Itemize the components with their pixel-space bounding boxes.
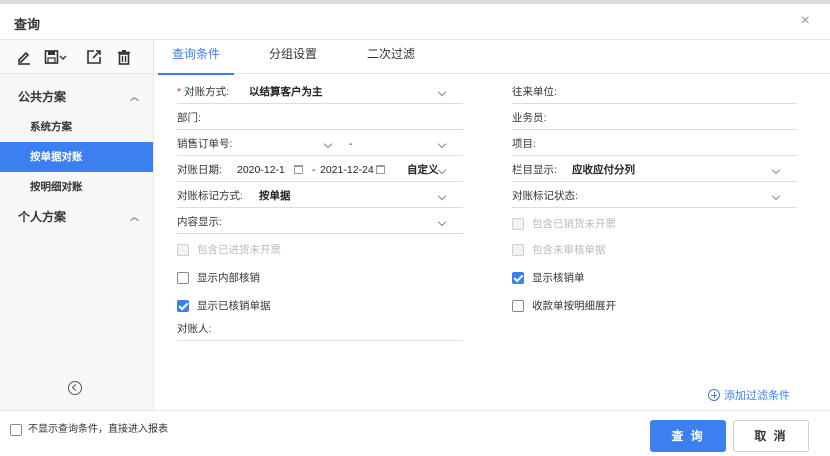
checkbox-box[interactable] [177, 244, 189, 256]
tab-query-conditions[interactable]: 查询条件 [157, 40, 235, 75]
chevron-down-icon[interactable] [437, 217, 447, 227]
required-mark: * [177, 86, 182, 98]
show-writeoff-docs-checkbox[interactable]: 显示核销单 [512, 271, 712, 287]
calendar-icon[interactable] [376, 165, 385, 174]
tree-item-by-detail[interactable]: 按明细对账 [0, 172, 153, 202]
field-label: 对账日期: [177, 164, 222, 176]
query-button[interactable]: 查 询 [650, 420, 726, 452]
checkbox-label: 包含未审核单据 [532, 244, 606, 256]
department-field[interactable]: 部门: [177, 108, 463, 130]
dialog-footer: 不显示查询条件，直接进入报表 查 询 取 消 [0, 410, 830, 456]
checkbox-box[interactable] [177, 300, 189, 312]
chevron-up-icon[interactable]: ︿ [130, 82, 139, 112]
tree-item-system[interactable]: 系统方案 [0, 112, 153, 142]
chevron-down-icon[interactable] [437, 87, 447, 97]
close-icon[interactable]: × [801, 13, 810, 29]
date-range-type[interactable]: 自定义 [407, 160, 439, 180]
operator-value: - [349, 138, 353, 150]
save-icon[interactable] [44, 49, 68, 65]
content-display-select[interactable]: 内容显示: [177, 212, 463, 234]
dialog-titlebar: 查询 × [0, 4, 830, 40]
checkbox-box[interactable] [10, 424, 22, 436]
salesperson-field[interactable]: 业务员: [512, 108, 797, 130]
field-label: 对账标记状态: [512, 190, 578, 202]
field-label-text: 对账方式: [184, 86, 230, 98]
chevron-down-icon[interactable] [771, 165, 781, 175]
export-icon[interactable] [86, 49, 102, 65]
chevron-down-icon[interactable] [437, 165, 447, 175]
chevron-down-icon[interactable] [323, 139, 333, 149]
add-filter-link[interactable]: 添加过滤条件 [708, 387, 790, 403]
checkbox-label: 不显示查询条件，直接进入报表 [28, 424, 168, 435]
date-to[interactable]: 2021-12-24 [320, 160, 374, 180]
scheme-toolbar [0, 40, 153, 74]
cancel-button[interactable]: 取 消 [733, 420, 809, 452]
field-value: 以结算客户为主 [249, 86, 323, 98]
tree-group-label: 公共方案 [18, 90, 67, 104]
show-written-off-docs-checkbox[interactable]: 显示已核销单据 [177, 299, 377, 315]
field-label: 对账标记方式: [177, 190, 243, 202]
tab-secondary-filter[interactable]: 二次过滤 [367, 40, 415, 74]
project-field[interactable]: 项目: [512, 134, 797, 156]
chevron-down-icon[interactable] [437, 139, 447, 149]
field-label: 业务员: [512, 112, 547, 124]
recon-mark-status-select[interactable]: 对账标记状态: [512, 186, 797, 208]
tab-group-settings[interactable]: 分组设置 [269, 40, 317, 74]
column-display-select[interactable]: 栏目显示: 应收应付分列 [512, 160, 797, 182]
add-filter-label: 添加过滤条件 [724, 390, 790, 402]
checkbox-box[interactable] [512, 300, 524, 312]
field-label: 往来单位: [512, 86, 557, 98]
scheme-sidebar: 公共方案 ︿ 系统方案 按单据对账 按明细对账 个人方案 ︿ [0, 40, 154, 410]
field-label: 栏目显示: [512, 164, 557, 176]
reconciler-field[interactable]: 对账人: [177, 319, 463, 341]
field-value: 应收应付分列 [572, 164, 635, 176]
checkbox-label: 收款单按明细展开 [532, 300, 616, 312]
calendar-icon[interactable] [294, 165, 303, 174]
checkbox-box[interactable] [512, 272, 524, 284]
chevron-up-icon[interactable]: ︿ [130, 202, 139, 232]
checkbox-box[interactable] [512, 218, 524, 230]
checkbox-box[interactable] [177, 272, 189, 284]
recon-method-select[interactable]: * 对账方式: 以结算客户为主 [177, 82, 463, 104]
dialog-title: 查询 [14, 17, 41, 32]
checkbox-label: 显示核销单 [532, 272, 585, 284]
receipt-expand-detail-checkbox[interactable]: 收款单按明细展开 [512, 299, 712, 315]
tree-group-public[interactable]: 公共方案 ︿ [0, 82, 153, 112]
checkbox-label: 显示已核销单据 [197, 300, 271, 312]
field-label: 部门: [177, 112, 201, 124]
checkbox-box[interactable] [512, 244, 524, 256]
chevron-down-icon[interactable] [437, 191, 447, 201]
field-label: 对账人: [177, 323, 212, 335]
tree-group-label: 个人方案 [18, 210, 67, 224]
delete-icon[interactable] [116, 49, 132, 65]
skip-query-checkbox[interactable]: 不显示查询条件，直接进入报表 [10, 423, 230, 439]
tree-item-by-document[interactable]: 按单据对账 [0, 142, 153, 172]
recon-date-field[interactable]: 对账日期: 2020-12-1 - 2021-12-24 自定义 [177, 160, 463, 182]
plus-circle-icon [708, 389, 720, 401]
date-separator: - [312, 164, 316, 176]
include-purchase-uninvoiced-checkbox[interactable]: 包含已进货未开票 [177, 243, 377, 259]
field-label: 销售订单号: [177, 138, 233, 150]
field-label: 内容显示: [177, 216, 222, 228]
recon-mark-method-select[interactable]: 对账标记方式: 按单据 [177, 186, 463, 208]
field-label: * 对账方式: [177, 82, 229, 102]
edit-icon[interactable] [16, 49, 32, 65]
field-value: 按单据 [259, 190, 291, 202]
checkbox-label: 包含已销货未开票 [532, 218, 616, 230]
checkbox-label: 包含已进货未开票 [197, 244, 281, 256]
chevron-down-icon[interactable] [771, 191, 781, 201]
counterparty-field[interactable]: 往来单位: [512, 82, 797, 104]
checkbox-label: 显示内部核销 [197, 272, 260, 284]
field-label: 项目: [512, 138, 536, 150]
date-from[interactable]: 2020-12-1 [237, 160, 285, 180]
tree-group-personal[interactable]: 个人方案 ︿ [0, 202, 153, 232]
show-internal-writeoff-checkbox[interactable]: 显示内部核销 [177, 271, 377, 287]
include-sold-uninvoiced-checkbox[interactable]: 包含已销货未开票 [512, 217, 712, 233]
include-unaudited-docs-checkbox[interactable]: 包含未审核单据 [512, 243, 712, 259]
sales-order-field[interactable]: 销售订单号: - [177, 134, 463, 156]
collapse-sidebar-icon[interactable] [68, 381, 82, 395]
tab-bar: 查询条件 分组设置 二次过滤 [155, 40, 830, 75]
